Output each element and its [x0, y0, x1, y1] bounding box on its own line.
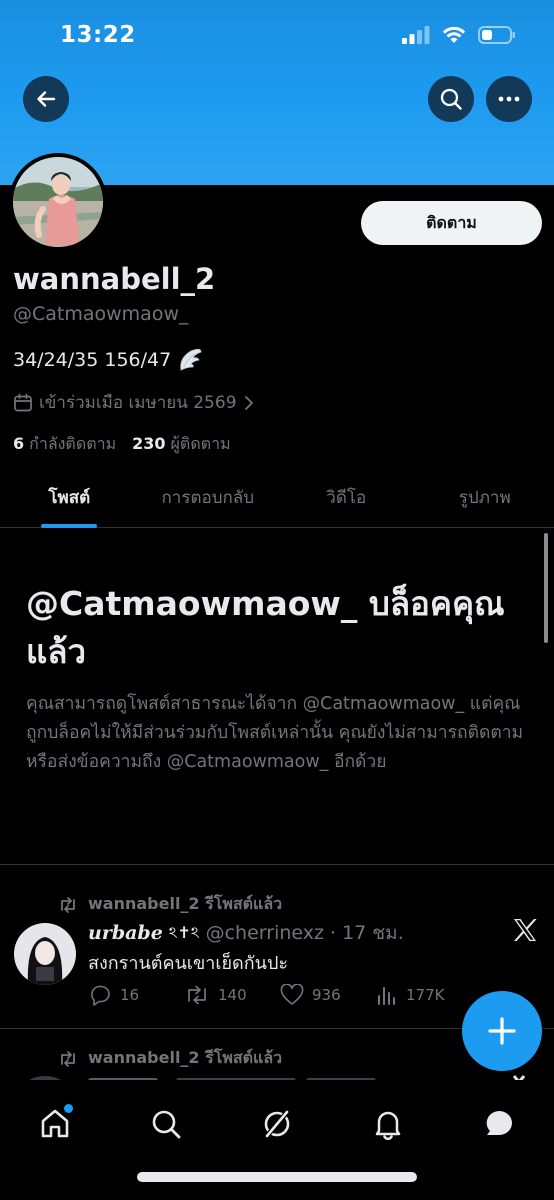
repost-icon — [61, 896, 75, 913]
search-button[interactable] — [428, 76, 474, 122]
profile-avatar[interactable] — [9, 153, 107, 251]
profile-tabs: โพสต์ การตอบกลับ วิดีโอ รูปภาพ — [0, 468, 554, 528]
follow-button[interactable]: ติดตาม — [361, 201, 542, 245]
cellular-signal-icon — [402, 26, 430, 44]
heart-icon — [280, 984, 304, 1005]
search-icon — [440, 88, 462, 110]
user-handle: @Catmaowmaow_ — [13, 303, 189, 325]
arrow-left-icon — [37, 91, 56, 107]
post-author-name[interactable]: urbabe — [88, 922, 163, 944]
wifi-icon — [442, 26, 466, 43]
repost-label: wannabell_2 รีโพสต์แล้ว — [88, 1048, 283, 1067]
back-button[interactable] — [23, 76, 69, 122]
joined-text: เข้าร่วมเมือ เมษายน 2569 — [39, 393, 237, 413]
more-options-button[interactable] — [486, 76, 532, 122]
repost-label: wannabell_2 รีโพสต์แล้ว — [88, 894, 283, 913]
repost-icon — [188, 985, 206, 1005]
compose-button[interactable] — [462, 991, 542, 1071]
like-count: 936 — [312, 986, 341, 1004]
views-button[interactable]: 177K — [376, 984, 472, 1006]
views-count: 177K — [406, 986, 445, 1004]
following-label: กำลังติดตาม — [29, 434, 117, 453]
repost-count: 140 — [218, 986, 247, 1004]
avatar-image — [13, 157, 103, 247]
nav-messages[interactable] — [471, 1100, 527, 1148]
divider — [0, 864, 554, 865]
calendar-icon — [14, 393, 32, 411]
repost-indicator[interactable]: wannabell_2 รีโพสต์แล้ว — [58, 892, 282, 917]
nav-home[interactable] — [27, 1100, 83, 1148]
post-author-suffix: ঽ✝︎ঽ — [168, 922, 200, 942]
analytics-icon — [378, 987, 395, 1005]
reply-button[interactable]: 16 — [88, 984, 184, 1006]
display-name: wannabell_2 — [13, 262, 216, 296]
reply-icon — [91, 985, 110, 1006]
nav-notifications[interactable] — [360, 1100, 416, 1148]
wing-icon — [180, 348, 202, 371]
plus-icon — [488, 1017, 516, 1045]
following-link[interactable]: 6 กำลังติดตาม — [13, 432, 116, 457]
tab-photos[interactable]: รูปภาพ — [416, 468, 554, 527]
nav-grok[interactable] — [249, 1100, 305, 1148]
tab-replies[interactable]: การตอบกลับ — [139, 468, 278, 527]
home-indicator[interactable] — [137, 1172, 417, 1182]
more-icon — [498, 96, 520, 102]
chevron-right-icon — [244, 395, 253, 410]
status-time: 13:22 — [60, 22, 136, 48]
notification-dot — [64, 1104, 73, 1113]
post-author-handle[interactable]: @cherrinexz — [206, 922, 324, 944]
post-actions: 16 140 936 177K — [88, 984, 518, 1006]
x-logo-icon[interactable] — [512, 918, 538, 946]
reply-count: 16 — [120, 986, 140, 1004]
nav-search[interactable] — [138, 1100, 194, 1148]
post-time: · 17 ชม. — [329, 922, 404, 944]
repost-indicator[interactable]: wannabell_2 รีโพสต์แล้ว — [58, 1046, 282, 1071]
status-icons — [402, 26, 516, 44]
repost-button[interactable]: 140 — [184, 984, 280, 1006]
followers-link[interactable]: 230 ผู้ติดตาม — [132, 432, 230, 457]
tab-posts[interactable]: โพสต์ — [0, 468, 139, 527]
post-author-avatar[interactable] — [14, 923, 76, 985]
bio: 34/24/35 156/47 — [13, 348, 203, 372]
status-bar: 13:22 — [0, 0, 554, 70]
blocked-title: @Catmaowmaow_ บล็อคคุณแล้ว — [26, 584, 505, 671]
like-button[interactable]: 936 — [280, 984, 376, 1006]
repost-icon — [61, 1050, 75, 1067]
tab-videos[interactable]: วิดีโอ — [277, 468, 416, 527]
grok-icon — [264, 1109, 290, 1139]
bio-text: 34/24/35 156/47 — [13, 349, 172, 371]
post-text[interactable]: สงกรานต์คนเขาเย็ดกันปะ — [88, 948, 288, 977]
blocked-description: คุณสามารถดูโพสต์สาธารณะได้จาก @Catmaowma… — [26, 694, 524, 772]
joined-date[interactable]: เข้าร่วมเมือ เมษายน 2569 — [13, 389, 255, 416]
followers-count: 230 — [132, 434, 166, 453]
scrollbar[interactable] — [544, 533, 548, 643]
followers-label: ผู้ติดตาม — [170, 434, 231, 453]
following-count: 6 — [13, 434, 25, 453]
follow-counts: 6 กำลังติดตาม 230 ผู้ติดตาม — [13, 432, 231, 457]
search-icon — [152, 1110, 181, 1139]
bell-icon — [375, 1111, 401, 1140]
post-header: urbabe ঽ✝︎ঽ @cherrinexz · 17 ชม. — [88, 918, 404, 948]
bottom-navigation — [0, 1080, 554, 1200]
battery-icon — [478, 26, 515, 44]
message-icon — [486, 1111, 512, 1135]
